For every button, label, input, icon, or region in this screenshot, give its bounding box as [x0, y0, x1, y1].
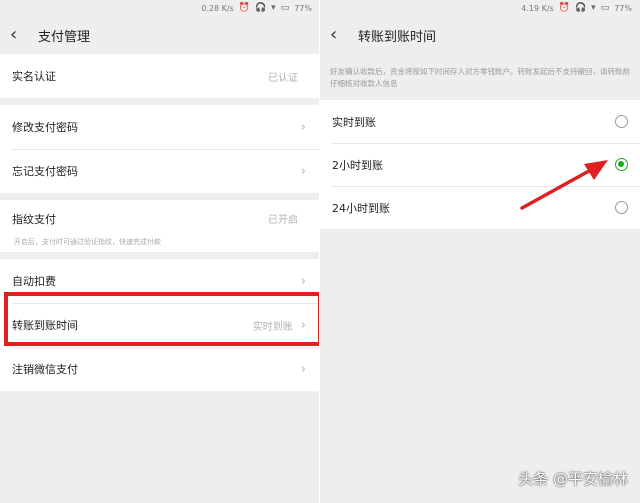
title-bar: ‹ 支付管理	[0, 16, 320, 54]
row-label: 注销微信支付	[12, 363, 78, 376]
group-password: 修改支付密码 › 忘记支付密码 ›	[0, 105, 320, 193]
transfer-notice: 好友确认收款后，资金将按如下时间存入对方零钱账户。转账发起后不支持撤回，请转账前…	[320, 54, 640, 100]
battery-icon: ▭	[600, 3, 610, 13]
option-label: 实时到账	[332, 115, 376, 129]
chevron-right-icon: ›	[300, 317, 306, 333]
status-bar: 4.19 K/s ⏰ 🎧 ▾ ▭ 77%	[320, 0, 640, 16]
headphone-icon: 🎧	[574, 3, 587, 13]
back-icon[interactable]: ‹	[330, 26, 352, 44]
row-hint: 开启后，支付时可通过验证指纹，快速完成付款	[14, 237, 161, 246]
wifi-icon: ▾	[591, 3, 596, 13]
radio-checked-icon[interactable]	[615, 158, 628, 171]
row-cancel-pay[interactable]: 注销微信支付 ›	[0, 347, 320, 391]
row-value: 实时到账	[252, 321, 293, 333]
row-label: 修改支付密码	[12, 121, 78, 134]
title-bar: ‹ 转账到账时间	[320, 16, 640, 54]
page-title: 转账到账时间	[358, 29, 437, 45]
row-label: 自动扣费	[12, 275, 56, 288]
alarm-icon: ⏰	[238, 3, 250, 13]
option-24hours[interactable]: 24小时到账	[320, 186, 640, 229]
option-label: 24小时到账	[332, 201, 390, 215]
row-transfer-time[interactable]: 转账到账时间 实时到账 ›	[0, 303, 320, 347]
row-fingerprint[interactable]: 指纹支付 已开启 开启后，支付时可通过验证指纹，快速完成付款	[0, 200, 320, 252]
row-label: 转账到账时间	[12, 319, 78, 332]
group-fingerprint: 指纹支付 已开启 开启后，支付时可通过验证指纹，快速完成付款	[0, 200, 320, 252]
chevron-right-icon: ›	[300, 273, 306, 289]
chevron-right-icon: ›	[300, 163, 306, 179]
row-value: 已开启	[268, 215, 298, 226]
wifi-icon: ▾	[271, 3, 276, 13]
page-title: 支付管理	[38, 29, 91, 45]
row-change-password[interactable]: 修改支付密码 ›	[0, 105, 320, 149]
battery-level: 77%	[294, 3, 312, 13]
row-forgot-password[interactable]: 忘记支付密码 ›	[0, 149, 320, 193]
payment-management-screen: 0.28 K/s ⏰ 🎧 ▾ ▭ 77% ‹ 支付管理 实名认证 已认证 修改支…	[0, 0, 320, 503]
chevron-right-icon: ›	[300, 361, 306, 377]
radio-unchecked-icon[interactable]	[615, 115, 628, 128]
headphone-icon: 🎧	[254, 3, 267, 13]
transfer-time-screen: 4.19 K/s ⏰ 🎧 ▾ ▭ 77% ‹ 转账到账时间 好友确认收款后，资金…	[320, 0, 640, 503]
group-realname: 实名认证 已认证	[0, 54, 320, 98]
row-value: 已认证	[268, 72, 298, 84]
network-speed: 0.28 K/s	[201, 3, 234, 13]
radio-unchecked-icon[interactable]	[615, 201, 628, 214]
option-2hours[interactable]: 2小时到账	[320, 143, 640, 186]
row-label: 实名认证	[12, 70, 56, 83]
option-list: 实时到账 2小时到账 24小时到账	[320, 100, 640, 229]
network-speed: 4.19 K/s	[521, 3, 554, 13]
group-deduction: 自动扣费 › 转账到账时间 实时到账 › 注销微信支付 ›	[0, 259, 320, 391]
alarm-icon: ⏰	[558, 3, 570, 13]
battery-level: 77%	[614, 3, 632, 13]
option-realtime[interactable]: 实时到账	[320, 100, 640, 143]
row-label: 指纹支付	[12, 213, 56, 226]
status-bar: 0.28 K/s ⏰ 🎧 ▾ ▭ 77%	[0, 0, 320, 16]
battery-icon: ▭	[280, 3, 290, 13]
row-auto-deduct[interactable]: 自动扣费 ›	[0, 259, 320, 303]
chevron-right-icon: ›	[300, 119, 306, 135]
back-icon[interactable]: ‹	[10, 26, 32, 44]
watermark: 头条 @平安榆林	[518, 470, 628, 488]
row-label: 忘记支付密码	[12, 165, 78, 178]
option-label: 2小时到账	[332, 158, 383, 172]
row-realname[interactable]: 实名认证 已认证	[0, 54, 320, 98]
